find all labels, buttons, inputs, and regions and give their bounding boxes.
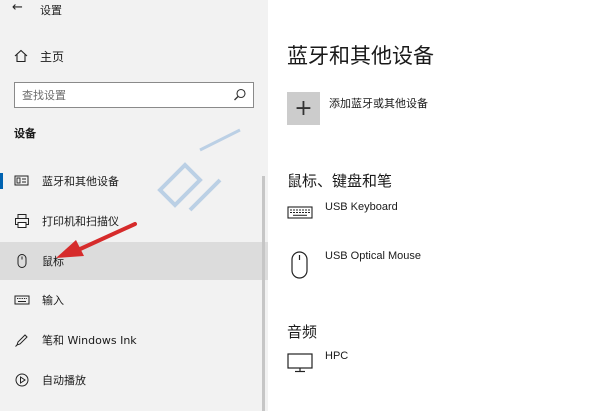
sidebar: ← 设置 主页 设备 蓝牙和其他设备 打印机和扫描仪	[0, 0, 268, 411]
back-arrow-icon[interactable]: ←	[12, 0, 23, 16]
sidebar-item-typing[interactable]: 输入	[0, 281, 268, 319]
bluetooth-devices-icon	[14, 175, 29, 186]
search-icon[interactable]	[233, 88, 247, 102]
sidebar-scrollbar[interactable]	[262, 176, 265, 411]
sidebar-item-label: 鼠标	[42, 255, 64, 268]
sidebar-item-autoplay[interactable]: 自动播放	[0, 361, 268, 399]
monitor-icon	[287, 353, 313, 373]
search-box[interactable]	[14, 82, 254, 108]
keyboard-icon	[14, 295, 30, 305]
sidebar-item-label: 自动播放	[42, 374, 86, 387]
mouse-icon	[17, 254, 27, 268]
sidebar-item-label: 输入	[42, 294, 64, 307]
home-icon	[14, 49, 28, 63]
pen-icon	[15, 334, 28, 347]
section-title-input-devices: 鼠标、键盘和笔	[287, 172, 393, 190]
device-name: USB Keyboard	[325, 201, 398, 213]
sidebar-item-mouse[interactable]: 鼠标	[0, 242, 268, 280]
home-nav-item[interactable]: 主页	[0, 42, 268, 70]
mouse-icon	[291, 251, 308, 279]
title-bar: ← 设置	[0, 0, 268, 24]
sidebar-item-printers[interactable]: 打印机和扫描仪	[0, 202, 268, 240]
search-input[interactable]	[15, 83, 225, 107]
add-device-label: 添加蓝牙或其他设备	[329, 97, 428, 110]
sidebar-item-label: 打印机和扫描仪	[42, 215, 119, 228]
window-title: 设置	[40, 4, 62, 17]
printer-icon	[15, 214, 29, 228]
home-label: 主页	[40, 50, 65, 64]
section-title-audio: 音频	[287, 323, 318, 341]
plus-icon: +	[294, 96, 313, 121]
page-title: 蓝牙和其他设备	[287, 44, 434, 68]
sidebar-item-bluetooth[interactable]: 蓝牙和其他设备	[0, 162, 268, 200]
device-name: HPC	[325, 350, 349, 362]
sidebar-item-label: 蓝牙和其他设备	[42, 175, 119, 188]
sidebar-item-label: 笔和 Windows Ink	[42, 334, 137, 347]
add-tile: +	[287, 92, 320, 125]
sidebar-item-pen[interactable]: 笔和 Windows Ink	[0, 321, 268, 359]
section-heading-devices: 设备	[14, 127, 36, 140]
device-name: USB Optical Mouse	[325, 250, 421, 262]
autoplay-icon	[15, 373, 29, 387]
keyboard-icon	[287, 206, 313, 219]
